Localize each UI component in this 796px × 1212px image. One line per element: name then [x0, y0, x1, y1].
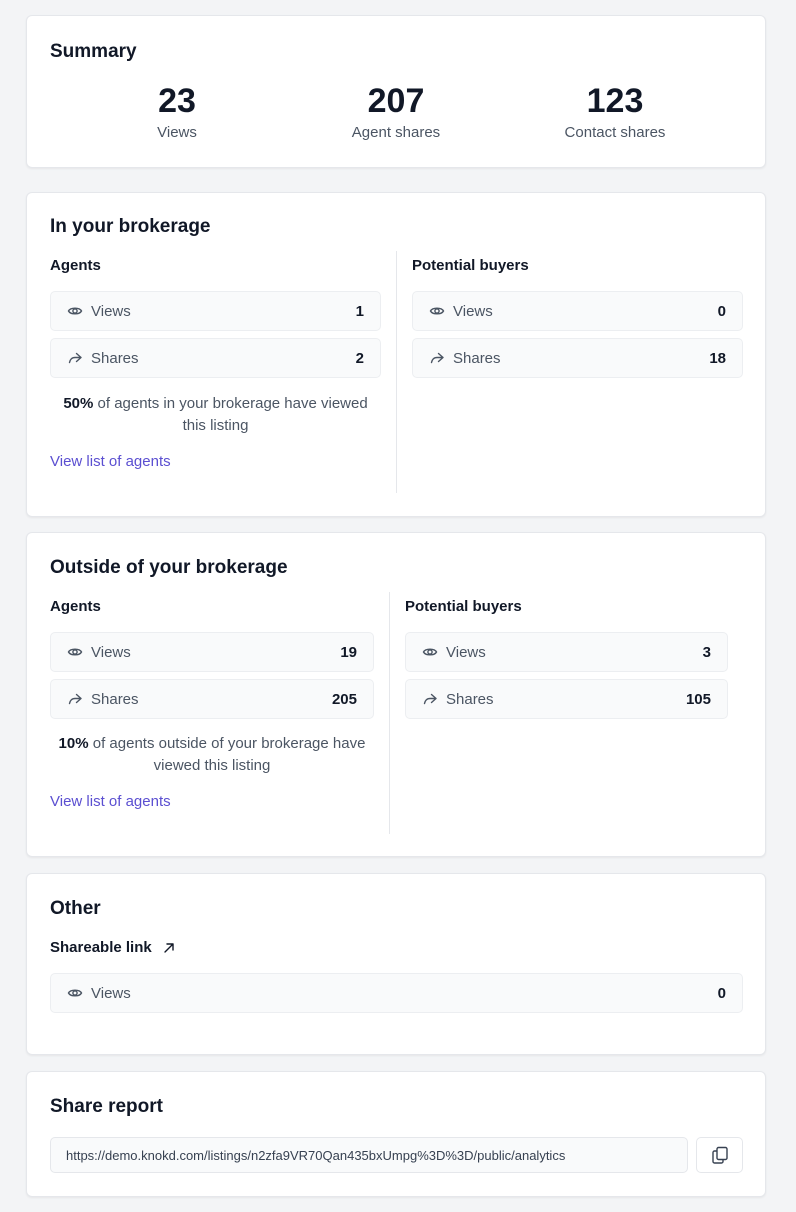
out-buyers-shares-row: Shares 105: [405, 679, 728, 719]
other-views-row: Views 0: [50, 973, 743, 1013]
share-arrow-icon: [67, 691, 83, 707]
out-agents-percent-note: 10% of agents outside of your brokerage …: [50, 733, 374, 777]
share-report-url-field[interactable]: https://demo.knokd.com/listings/n2zfa9VR…: [50, 1137, 688, 1173]
summary-card: Summary 23 Views 207 Agent shares 123 Co…: [26, 15, 766, 168]
out-buyers-views-row: Views 3: [405, 632, 728, 672]
out-column-divider: [389, 592, 390, 834]
in-column-divider: [396, 251, 397, 493]
out-buyers-views-value: 3: [702, 643, 711, 661]
other-views-value: 0: [717, 984, 726, 1002]
in-buyers-shares-row: Shares 18: [412, 338, 743, 378]
copy-icon: [710, 1145, 730, 1165]
in-agents-note-text: of agents in your brokerage have viewed …: [93, 395, 368, 434]
share-report-card: Share report https://demo.knokd.com/list…: [26, 1071, 766, 1197]
in-agents-shares-value: 2: [355, 349, 364, 367]
out-agents-views-label: Views: [91, 643, 131, 661]
out-agents-note-text: of agents outside of your brokerage have…: [88, 735, 366, 774]
in-buyers-title: Potential buyers: [412, 257, 529, 274]
outside-brokerage-title: Outside of your brokerage: [50, 557, 288, 578]
eye-icon: [67, 644, 83, 660]
out-agents-title: Agents: [50, 598, 101, 615]
in-view-agents-link[interactable]: View list of agents: [50, 453, 171, 470]
share-arrow-icon: [429, 350, 445, 366]
other-title: Other: [50, 898, 101, 919]
stat-agent-shares-value: 207: [367, 82, 425, 120]
stat-contact-shares-label: Contact shares: [564, 124, 666, 141]
stat-views: 23 Views: [77, 84, 277, 141]
out-buyers-shares-value: 105: [685, 690, 711, 708]
out-agents-views-row: Views 19: [50, 632, 374, 672]
out-buyers-views-label: Views: [446, 643, 486, 661]
in-buyers-shares-label: Shares: [453, 349, 501, 367]
out-agents-shares-label: Shares: [91, 690, 139, 708]
eye-icon: [429, 303, 445, 319]
in-buyers-views-value: 0: [717, 302, 726, 320]
shareable-link-label: Shareable link: [50, 939, 152, 956]
in-agents-views-label: Views: [91, 302, 131, 320]
in-agents-views-value: 1: [355, 302, 364, 320]
in-agents-shares-row: Shares 2: [50, 338, 381, 378]
other-views-label: Views: [91, 984, 131, 1002]
outside-brokerage-card: Outside of your brokerage Agents Views 1…: [26, 532, 766, 857]
stat-contact-shares: 123 Contact shares: [515, 84, 715, 141]
summary-title: Summary: [50, 41, 137, 62]
stat-contact-shares-value: 123: [586, 82, 644, 120]
in-agents-title: Agents: [50, 257, 101, 274]
in-brokerage-card: In your brokerage Agents Views 1 Shares …: [26, 192, 766, 517]
shareable-link[interactable]: Shareable link: [50, 939, 176, 956]
out-buyers-title: Potential buyers: [405, 598, 522, 615]
arrow-up-right-icon: [162, 941, 176, 955]
out-view-agents-link[interactable]: View list of agents: [50, 793, 171, 810]
stat-agent-shares: 207 Agent shares: [296, 84, 496, 141]
in-buyers-views-label: Views: [453, 302, 493, 320]
share-arrow-icon: [422, 691, 438, 707]
out-agents-views-value: 19: [340, 643, 357, 661]
in-agents-percent-note: 50% of agents in your brokerage have vie…: [50, 393, 381, 437]
eye-icon: [67, 985, 83, 1001]
in-brokerage-title: In your brokerage: [50, 216, 211, 237]
copy-button[interactable]: [696, 1137, 743, 1173]
eye-icon: [422, 644, 438, 660]
out-agents-percent: 10%: [58, 735, 89, 752]
out-buyers-shares-label: Shares: [446, 690, 494, 708]
in-agents-views-row: Views 1: [50, 291, 381, 331]
stat-views-value: 23: [158, 82, 196, 120]
other-card: Other Shareable link Views 0: [26, 873, 766, 1055]
share-arrow-icon: [67, 350, 83, 366]
stat-agent-shares-label: Agent shares: [351, 124, 441, 141]
eye-icon: [67, 303, 83, 319]
out-agents-shares-row: Shares 205: [50, 679, 374, 719]
in-agents-percent: 50%: [63, 395, 94, 412]
in-agents-shares-label: Shares: [91, 349, 139, 367]
share-report-title: Share report: [50, 1096, 163, 1117]
stat-views-label: Views: [157, 124, 197, 141]
out-agents-shares-value: 205: [331, 690, 357, 708]
in-buyers-shares-value: 18: [709, 349, 726, 367]
in-buyers-views-row: Views 0: [412, 291, 743, 331]
